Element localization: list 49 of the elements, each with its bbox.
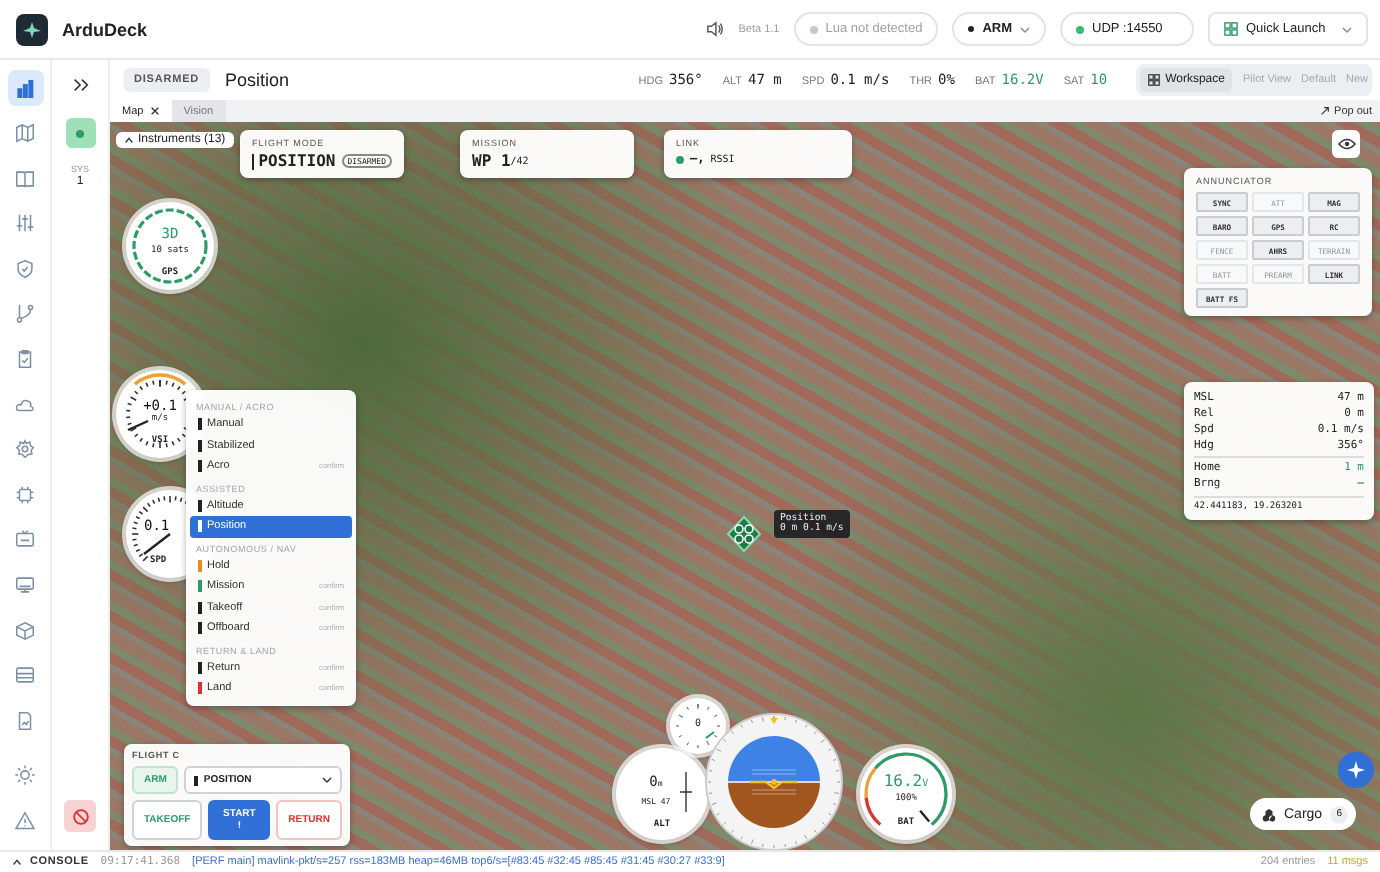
branch-icon bbox=[14, 302, 36, 325]
external-link-icon bbox=[1320, 106, 1331, 116]
close-icon[interactable] bbox=[149, 106, 160, 116]
caret-icon bbox=[322, 776, 332, 784]
stop-button[interactable] bbox=[64, 800, 96, 832]
app-title: ArduDeck bbox=[62, 19, 148, 39]
caution-arc bbox=[133, 373, 187, 386]
document-icon bbox=[14, 709, 36, 732]
settings-icon bbox=[14, 438, 36, 461]
book-icon bbox=[14, 167, 36, 190]
expand-icon[interactable] bbox=[71, 76, 89, 94]
compass-star-icon bbox=[1346, 760, 1366, 780]
chevron-up-icon bbox=[12, 858, 22, 866]
gauge-needle bbox=[127, 419, 149, 432]
gauge-needle bbox=[705, 731, 715, 739]
sun-icon bbox=[14, 764, 36, 786]
status-dot bbox=[809, 25, 818, 33]
chart-icon bbox=[14, 77, 36, 99]
app-logo bbox=[16, 13, 48, 45]
card-value: WP 1 bbox=[472, 152, 511, 170]
gauge-needle bbox=[919, 810, 931, 823]
cube-icon bbox=[14, 619, 36, 642]
status-dot bbox=[968, 26, 975, 32]
sliders-icon bbox=[14, 212, 36, 235]
caret-icon bbox=[1342, 25, 1352, 33]
altitude-scale bbox=[679, 771, 693, 813]
chip-icon bbox=[14, 483, 36, 506]
flight-mode-label: Position bbox=[225, 70, 290, 90]
boxes-icon bbox=[1262, 807, 1276, 821]
drone-marker-icon bbox=[726, 516, 762, 552]
chevron-up-icon bbox=[124, 136, 134, 144]
caret-icon bbox=[1020, 25, 1030, 33]
prohibited-icon bbox=[71, 807, 89, 825]
monitor-icon bbox=[14, 574, 36, 597]
card-value: POSITION bbox=[258, 152, 336, 170]
tv-icon bbox=[14, 528, 36, 551]
visibility-button[interactable] bbox=[1332, 130, 1360, 158]
map-icon bbox=[14, 122, 36, 145]
clipboard-icon bbox=[14, 348, 36, 371]
card-icon bbox=[14, 664, 36, 687]
grid-icon bbox=[1224, 22, 1238, 36]
speaker-icon[interactable] bbox=[706, 20, 725, 38]
grid-icon bbox=[1147, 74, 1160, 86]
vehicle-button[interactable] bbox=[65, 118, 95, 148]
eye-icon bbox=[1337, 138, 1355, 150]
nav-button[interactable] bbox=[7, 70, 43, 106]
warning-icon bbox=[14, 809, 36, 832]
gauge-needle bbox=[143, 533, 171, 555]
shield-icon bbox=[14, 257, 36, 280]
